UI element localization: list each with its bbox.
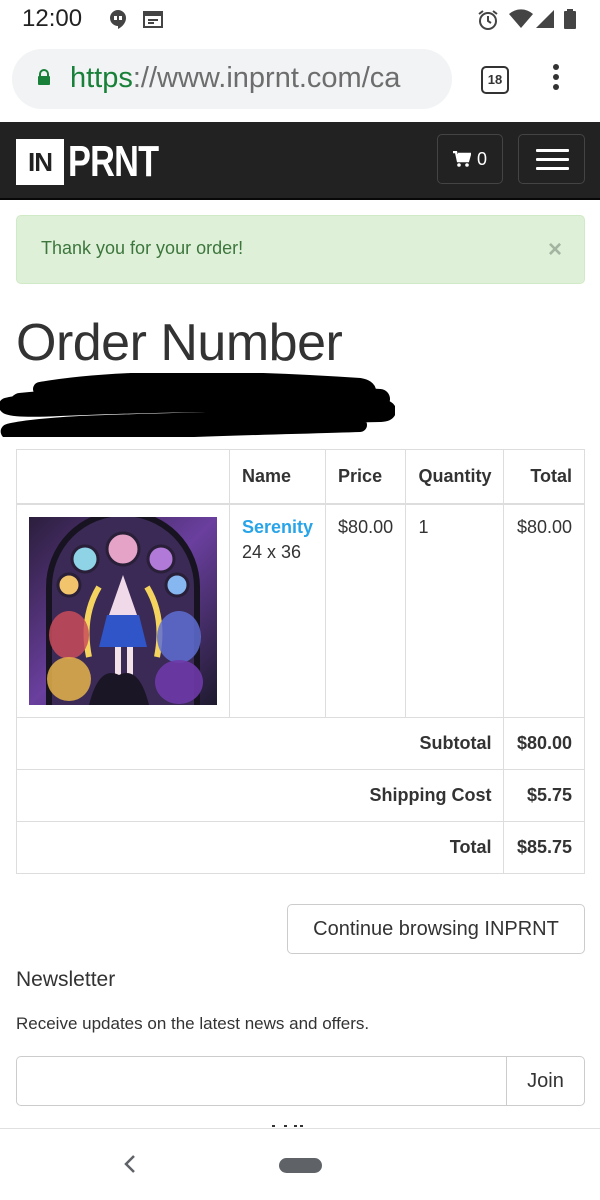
- product-total: $80.00: [503, 503, 585, 718]
- url-text: https://www.inprnt.com/ca: [70, 62, 400, 95]
- product-thumbnail-cell: [16, 503, 230, 718]
- join-button[interactable]: Join: [506, 1056, 585, 1106]
- product-quantity: 1: [405, 503, 505, 718]
- close-icon[interactable]: ×: [548, 238, 562, 262]
- alert-message: Thank you for your order!: [41, 238, 244, 258]
- header-image: [16, 449, 230, 505]
- url-host: www.inprnt.com/ca: [157, 62, 401, 94]
- browser-menu-icon[interactable]: [548, 64, 564, 96]
- lock-icon: [38, 69, 50, 85]
- product-name-cell: Serenity 24 x 36: [228, 503, 327, 718]
- calendar-icon: [143, 11, 163, 28]
- total-row: Total $85.75: [15, 820, 585, 874]
- total-label: Total: [15, 820, 505, 874]
- hangouts-icon: [110, 10, 126, 29]
- back-chevron-icon[interactable]: [120, 1151, 140, 1177]
- table-row: Serenity 24 x 36 $80.00 1 $80.00: [16, 503, 585, 718]
- shipping-row: Shipping Cost $5.75: [15, 768, 585, 822]
- status-bar: 12:00: [0, 0, 600, 38]
- newsletter-description: Receive updates on the latest news and o…: [16, 1014, 370, 1033]
- cart-count: 0: [476, 148, 487, 169]
- subtotal-value: $80.00: [503, 716, 585, 770]
- cart-icon: [452, 151, 471, 167]
- page-title: Order Number: [16, 314, 343, 372]
- newsletter-title: Newsletter: [16, 968, 116, 991]
- shipping-label: Shipping Cost: [15, 768, 505, 822]
- product-link[interactable]: Serenity: [242, 517, 313, 538]
- shipping-value: $5.75: [503, 768, 585, 822]
- product-thumbnail[interactable]: [29, 516, 217, 705]
- alarm-icon: [478, 10, 498, 30]
- hamburger-menu-button[interactable]: [518, 134, 585, 184]
- url-scheme: https: [70, 62, 133, 94]
- header-total: Total: [503, 449, 585, 505]
- logo-prnt: PRNT: [68, 137, 159, 186]
- browser-toolbar: https://www.inprnt.com/ca 18: [0, 38, 600, 122]
- subtotal-row: Subtotal $80.00: [15, 716, 585, 770]
- newsletter-email-input[interactable]: [16, 1056, 507, 1106]
- order-table: Name Price Quantity Total Serenity 24 x …: [15, 449, 585, 874]
- site-navbar: IN PRNT 0: [0, 122, 600, 200]
- wifi-icon: [509, 9, 533, 28]
- cart-button[interactable]: 0: [437, 134, 503, 184]
- header-quantity: Quantity: [405, 449, 505, 505]
- total-value: $85.75: [503, 820, 585, 874]
- url-separator: ://: [132, 62, 158, 94]
- header-price: Price: [325, 449, 407, 505]
- home-button[interactable]: [279, 1158, 322, 1173]
- status-time: 12:00: [22, 5, 83, 32]
- success-alert: Thank you for your order! ×: [16, 215, 585, 284]
- android-nav-bar: [0, 1128, 600, 1200]
- table-header-row: Name Price Quantity Total: [16, 449, 585, 505]
- redaction-scribble: [0, 373, 395, 437]
- signal-icon: [536, 10, 554, 28]
- continue-browsing-button[interactable]: Continue browsing INPRNT: [287, 904, 585, 954]
- product-price: $80.00: [325, 503, 407, 718]
- battery-icon: [564, 9, 576, 29]
- product-size: 24 x 36: [242, 541, 302, 562]
- address-bar[interactable]: https://www.inprnt.com/ca: [12, 49, 452, 109]
- subtotal-label: Subtotal: [15, 716, 505, 770]
- header-name: Name: [228, 449, 327, 505]
- tab-switcher-button[interactable]: 18: [481, 66, 509, 94]
- inprnt-logo[interactable]: IN PRNT: [16, 137, 184, 186]
- cut-off-heading: [270, 1119, 310, 1127]
- logo-in: IN: [16, 138, 64, 185]
